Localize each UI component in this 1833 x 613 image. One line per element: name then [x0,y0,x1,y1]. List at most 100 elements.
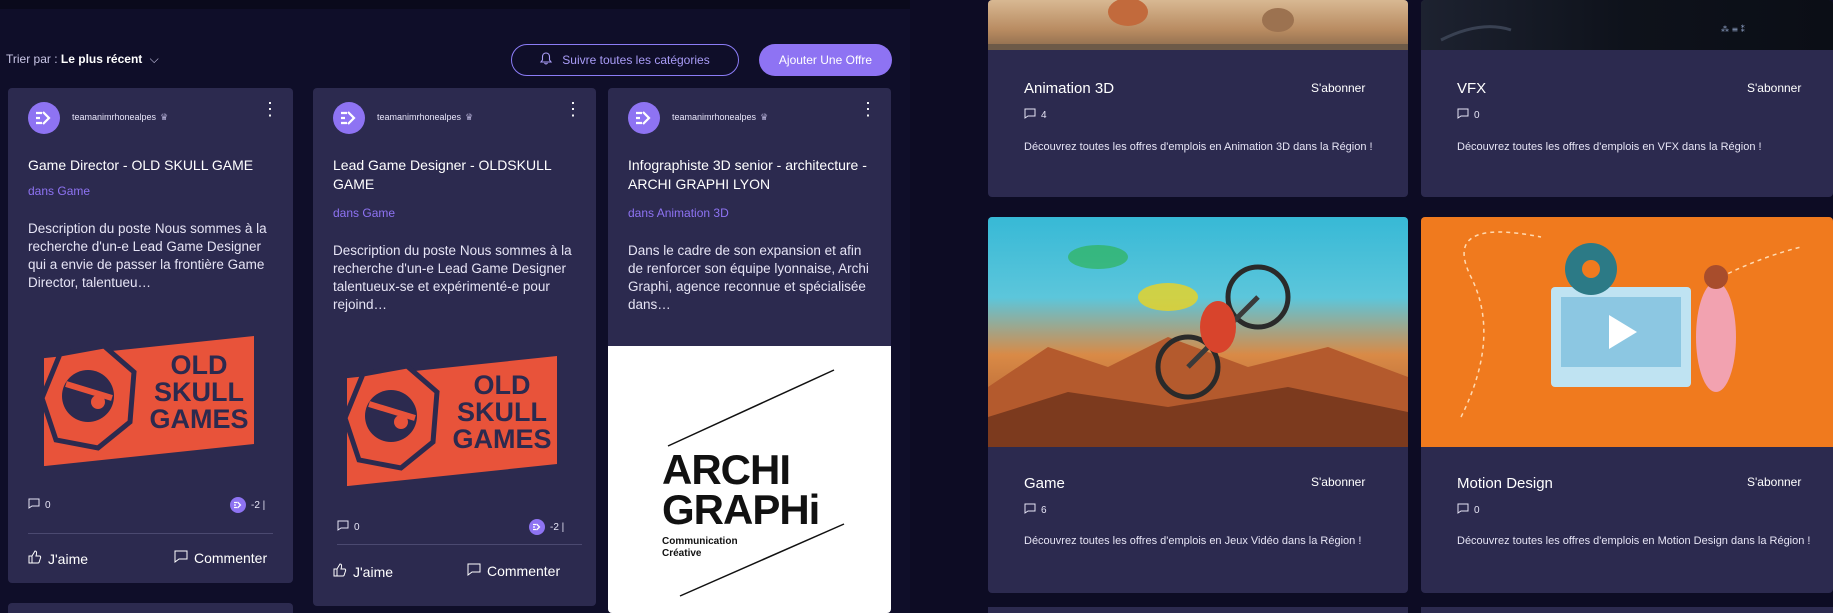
chevron-down-icon: ⌵ [149,52,159,66]
author-name[interactable]: teamanimrhonealpes ♛ [672,112,768,123]
comment-count-value: 0 [45,499,51,511]
like-button[interactable]: J'aime [333,563,393,580]
comment-count: 0 [28,498,51,512]
reaction-count: -2 | [251,499,266,511]
sort-value: Le plus récent [60,52,143,66]
post-count: 4 [1024,108,1047,122]
author-name-text: teamanimrhonealpes [72,112,157,122]
old-skull-games-logo: OLD SKULL GAMES [26,336,276,467]
logo-line-4: Créative [662,548,702,559]
category-card-vfx[interactable]: ⁂ ≡ ⁑ VFX S'abonner 0 Découvrez toutes l… [1421,0,1833,197]
author-avatar[interactable] [628,102,660,134]
old-skull-games-logo: OLD SKULL GAMES [329,356,579,487]
post-count-value: 6 [1041,504,1047,516]
divider [28,533,273,534]
logo-line-2: SKULL [154,377,244,407]
post-category[interactable]: dans Animation 3D [628,206,729,220]
top-band [0,0,910,9]
category-card-partial [1421,607,1833,613]
category-image-motion-design [1421,217,1833,447]
logo-line-2: GRAPHi [662,486,820,533]
post-count-value: 4 [1041,109,1047,121]
post-card[interactable]: teamanimrhonealpes ♛ ⋮ Game Director - OL… [8,88,293,583]
post-title[interactable]: Infographiste 3D senior - architecture -… [628,156,878,194]
archi-graphi-logo: ARCHI GRAPHi Communication Créative [608,346,891,613]
more-options-icon[interactable]: ⋮ [859,100,877,118]
logo-line-1: OLD [170,350,228,380]
category-image-animation-3d [988,0,1408,50]
follow-all-label: Suivre toutes les catégories [562,53,710,67]
post-title[interactable]: Game Director - OLD SKULL GAME [28,156,278,175]
author-name[interactable]: teamanimrhonealpes ♛ [72,112,168,123]
thumbs-up-icon [28,550,42,567]
subscribe-button[interactable]: S'abonner [1311,81,1365,95]
category-image-vfx: ⁂ ≡ ⁑ [1421,0,1833,50]
subscribe-button[interactable]: S'abonner [1747,475,1801,489]
category-description: Découvrez toutes les offres d'emplois en… [1024,535,1362,547]
category-card-game[interactable]: Game S'abonner 6 Découvrez toutes les of… [988,217,1408,593]
thumbs-up-icon [333,563,347,580]
category-name[interactable]: Animation 3D [1024,80,1114,97]
logo-line-3: Communication [662,536,738,547]
post-count-value: 0 [1474,109,1480,121]
category-description: Découvrez toutes les offres d'emplois en… [1457,141,1762,153]
category-card-motion-design[interactable]: Motion Design S'abonner 0 Découvrez tout… [1421,217,1833,593]
author-avatar[interactable] [28,102,60,134]
follow-all-categories-button[interactable]: Suivre toutes les catégories [511,44,739,76]
author-name-text: teamanimrhonealpes [672,112,757,122]
reaction-avatar-icon [529,519,545,535]
post-count: 6 [1024,503,1047,517]
logo-line-1: OLD [473,370,531,400]
comment-count: 0 [337,520,360,534]
categories-area: Animation 3D S'abonner 4 Découvrez toute… [972,0,1833,613]
comment-icon [1024,503,1036,517]
post-description: Dans le cadre de son expansion et afin d… [628,243,869,312]
like-button[interactable]: J'aime [28,550,88,567]
author-name-text: teamanimrhonealpes [377,112,462,122]
post-card[interactable]: teamanimrhonealpes ♛ ⋮ Infographiste 3D s… [608,88,891,613]
category-description: Découvrez toutes les offres d'emplois en… [1024,141,1373,153]
comment-icon [1024,108,1036,122]
crown-icon: ♛ [465,112,474,122]
category-card-partial [988,607,1408,613]
sort-dropdown[interactable]: Trier par : Le plus récent ⌵ [6,52,159,67]
comment-icon [1457,503,1469,517]
author-avatar[interactable] [333,102,365,134]
author-name[interactable]: teamanimrhonealpes ♛ [377,112,473,123]
post-category[interactable]: dans Game [333,206,395,220]
post-description: Description du poste Nous sommes à la re… [28,221,267,290]
category-name[interactable]: VFX [1457,80,1486,97]
comment-button[interactable]: Commenter [467,563,560,579]
post-count-value: 0 [1474,504,1480,516]
reaction-summary[interactable]: -2 | [230,497,265,513]
add-offer-label: Ajouter Une Offre [778,53,873,67]
comment-label: Commenter [487,563,561,579]
category-name[interactable]: Game [1024,475,1065,492]
category-card-animation-3d[interactable]: Animation 3D S'abonner 4 Découvrez toute… [988,0,1408,197]
comment-button[interactable]: Commenter [174,550,267,566]
more-options-icon[interactable]: ⋮ [564,100,582,118]
comment-icon [28,498,40,512]
subscribe-button[interactable]: S'abonner [1311,475,1365,489]
reaction-count: -2 | [550,521,565,533]
comment-icon [467,563,481,579]
post-category[interactable]: dans Game [28,184,90,198]
subscribe-button[interactable]: S'abonner [1747,81,1801,95]
logo-line-3: GAMES [149,404,249,434]
logo-line-1: ARCHI [662,446,791,493]
category-image-game [988,217,1408,447]
add-offer-button[interactable]: Ajouter Une Offre [759,44,892,76]
reaction-avatar-icon [230,497,246,513]
post-card[interactable] [8,603,293,613]
reaction-summary[interactable]: -2 | [529,519,564,535]
comment-icon [337,520,349,534]
post-count: 0 [1457,503,1480,517]
post-title[interactable]: Lead Game Designer - OLDSKULL GAME [333,156,583,194]
more-options-icon[interactable]: ⋮ [261,100,279,118]
category-name[interactable]: Motion Design [1457,475,1553,492]
bell-icon [540,52,553,68]
crown-icon: ♛ [160,112,169,122]
comment-label: Commenter [194,550,268,566]
comment-icon [174,550,188,566]
post-card[interactable]: teamanimrhonealpes ♛ ⋮ Lead Game Designer… [313,88,596,606]
